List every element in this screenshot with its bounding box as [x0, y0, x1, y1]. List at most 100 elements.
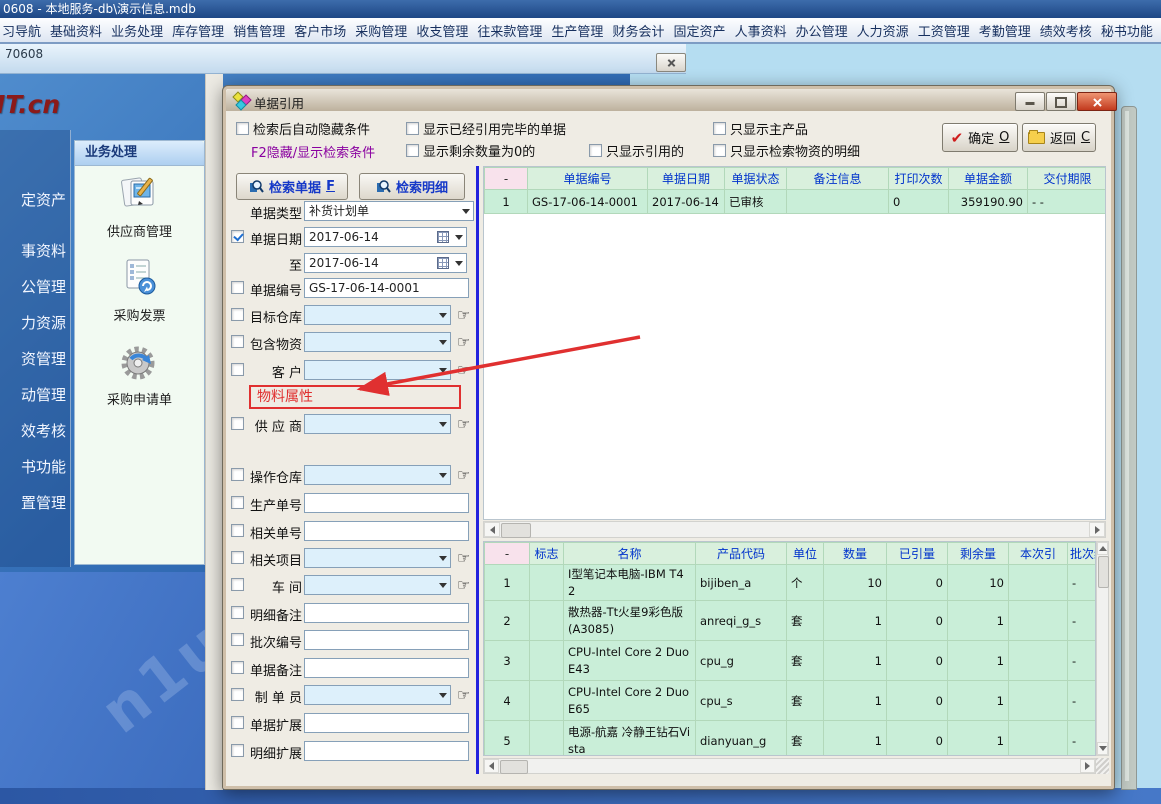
form-checkbox-7[interactable] — [231, 417, 244, 430]
cell[interactable]: GS-17-06-14-0001 — [527, 189, 648, 214]
menu-item-0[interactable]: 习导航 — [2, 21, 41, 40]
form-field-10[interactable] — [304, 521, 469, 541]
form-checkbox-17[interactable] — [231, 716, 244, 729]
menu-item-8[interactable]: 往来款管理 — [477, 21, 542, 40]
column-header-5[interactable]: 数量 — [823, 542, 887, 565]
sidebar-item-0[interactable]: 定资产 — [0, 189, 66, 210]
form-field-12[interactable] — [304, 575, 451, 595]
child-close-button[interactable] — [656, 53, 686, 72]
cell[interactable]: anreqi_g_s — [695, 600, 787, 642]
menu-item-1[interactable]: 基础资料 — [50, 21, 102, 40]
form-field-17[interactable] — [304, 713, 469, 733]
cell[interactable] — [1008, 720, 1068, 755]
cell[interactable]: 1 — [947, 600, 1009, 642]
cell[interactable] — [1008, 563, 1068, 602]
menu-item-12[interactable]: 人事资料 — [735, 21, 787, 40]
form-field-2[interactable]: 2017-06-14 — [304, 253, 467, 273]
form-field-4[interactable] — [304, 305, 451, 325]
table-row[interactable]: 1 GS-17-06-14-0001 2017-06-14 已审核 0 359190.90… — [484, 189, 1105, 214]
cell[interactable]: dianyuan_g — [695, 720, 787, 755]
cell[interactable]: 359190.90 — [948, 189, 1028, 214]
column-header-4[interactable]: 单位 — [786, 542, 824, 565]
chevron-down-icon[interactable] — [439, 473, 447, 478]
picker-hand-icon-7[interactable]: ☞ — [457, 414, 470, 434]
column-header-1[interactable]: 单据编号 — [527, 167, 648, 190]
picker-hand-icon-12[interactable]: ☞ — [457, 575, 470, 595]
form-field-7[interactable] — [304, 414, 451, 434]
cell[interactable]: 2 — [484, 600, 530, 642]
search-detail-button[interactable]: 检索明细 — [359, 173, 465, 200]
chevron-down-icon[interactable] — [439, 556, 447, 561]
form-checkbox-12[interactable] — [231, 578, 244, 591]
ok-button[interactable]: ✔ 确定 O — [942, 123, 1018, 152]
form-field-1[interactable]: 2017-06-14 — [304, 227, 467, 247]
detail-table[interactable]: -标志名称产品代码单位数量已引量剩余量本次引批次编1I型笔记本电脑-IBM T4… — [484, 542, 1095, 755]
column-header-7[interactable]: 交付期限 — [1027, 167, 1105, 190]
cell[interactable]: 1 — [823, 640, 887, 682]
cell[interactable]: 2017-06-14 — [647, 189, 725, 214]
search-documents-button[interactable]: 检索单据 F — [236, 173, 348, 200]
form-checkbox-8[interactable] — [231, 468, 244, 481]
cell[interactable]: 0 — [888, 189, 949, 214]
menu-item-17[interactable]: 绩效考核 — [1040, 21, 1092, 40]
sidebar-item-8[interactable]: 置管理 — [0, 492, 66, 513]
form-checkbox-14[interactable] — [231, 633, 244, 646]
form-checkbox-16[interactable] — [231, 688, 244, 701]
form-field-15[interactable] — [304, 658, 469, 678]
checkbox-unchecked[interactable] — [406, 144, 419, 157]
form-field-18[interactable] — [304, 741, 469, 761]
cell[interactable] — [1008, 680, 1068, 722]
form-field-8[interactable] — [304, 465, 451, 485]
filter-0[interactable]: 检索后自动隐藏条件 — [236, 119, 370, 138]
dialog-titlebar[interactable]: 单据引用 — [226, 89, 1117, 111]
cell[interactable]: bijiben_a — [695, 563, 787, 602]
calendar-icon[interactable] — [437, 231, 449, 243]
cell[interactable]: CPU-Intel Core 2 Duo E65 — [563, 680, 696, 722]
cell[interactable]: - — [1067, 720, 1095, 755]
sidebar-item-6[interactable]: 效考核 — [0, 420, 66, 441]
form-checkbox-3[interactable] — [231, 281, 244, 294]
picker-hand-icon-8[interactable]: ☞ — [457, 465, 470, 485]
column-header-4[interactable]: 备注信息 — [786, 167, 889, 190]
cell[interactable]: 4 — [484, 680, 530, 722]
menu-item-14[interactable]: 人力资源 — [857, 21, 909, 40]
cell[interactable] — [786, 189, 889, 214]
column-header-6[interactable]: 已引量 — [886, 542, 948, 565]
checkbox-unchecked[interactable] — [236, 122, 249, 135]
cell[interactable]: - — [1067, 680, 1095, 722]
filter-3[interactable]: 显示剩余数量为0的 — [406, 141, 535, 160]
cell[interactable]: 0 — [886, 640, 948, 682]
filter-5[interactable]: 只显示检索物资的明细 — [713, 141, 860, 160]
cell[interactable]: cpu_s — [695, 680, 787, 722]
form-checkbox-11[interactable] — [231, 551, 244, 564]
checkbox-unchecked[interactable] — [713, 122, 726, 135]
menu-item-18[interactable]: 秘书功能 — [1101, 21, 1153, 40]
column-header-5[interactable]: 打印次数 — [888, 167, 949, 190]
filter-2[interactable]: 只显示主产品 — [713, 119, 808, 138]
cell[interactable] — [529, 563, 564, 602]
cell[interactable]: 3 — [484, 640, 530, 682]
table-row[interactable]: 5 电源-航嘉 冷静王钻石Vista dianyuan_g 套 1 0 1- — [484, 720, 1095, 755]
detail-table-vscrollbar[interactable] — [1096, 541, 1109, 756]
form-checkbox-1[interactable] — [231, 230, 244, 243]
cell[interactable] — [529, 720, 564, 755]
cell[interactable]: - — [1067, 563, 1095, 602]
checkbox-unchecked[interactable] — [589, 144, 602, 157]
panel-item-1[interactable]: 采购发票 — [75, 255, 204, 324]
column-header-2[interactable]: 单据日期 — [647, 167, 725, 190]
column-header-7[interactable]: 剩余量 — [947, 542, 1009, 565]
minimize-button[interactable] — [1015, 92, 1045, 111]
form-field-5[interactable] — [304, 332, 451, 352]
menu-item-11[interactable]: 固定资产 — [674, 21, 726, 40]
cell[interactable]: 0 — [886, 720, 948, 755]
cell[interactable] — [1008, 600, 1068, 642]
form-checkbox-15[interactable] — [231, 661, 244, 674]
form-checkbox-4[interactable] — [231, 308, 244, 321]
cell[interactable]: 个 — [786, 563, 824, 602]
filter-4[interactable]: 只显示引用的 — [589, 141, 684, 160]
menu-item-7[interactable]: 收支管理 — [416, 21, 468, 40]
cell[interactable]: 1 — [484, 189, 528, 214]
chevron-down-icon[interactable] — [439, 583, 447, 588]
picker-hand-icon-16[interactable]: ☞ — [457, 685, 470, 705]
close-button[interactable] — [1077, 92, 1117, 111]
